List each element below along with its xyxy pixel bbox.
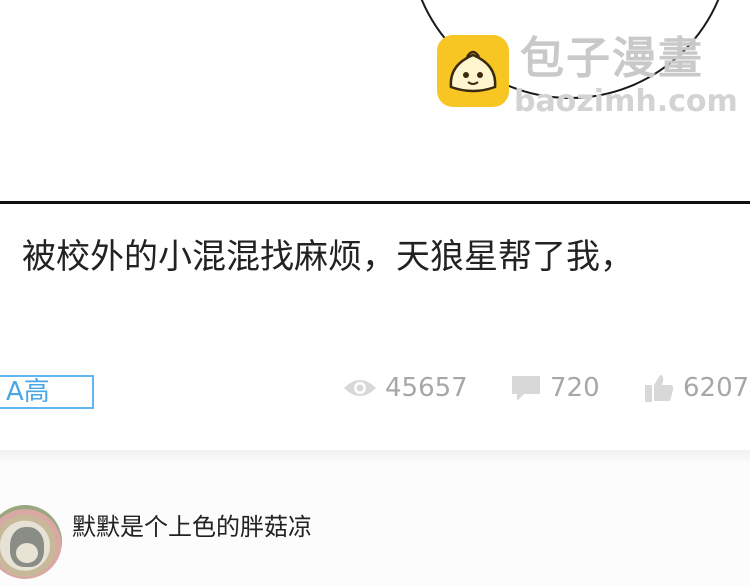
- post-caption: 被校外的小混混找麻烦，天狼星帮了我，: [22, 237, 634, 277]
- comments-stat[interactable]: 720: [510, 370, 600, 406]
- eye-icon: [344, 380, 376, 396]
- likes-stat[interactable]: 6207: [643, 370, 749, 406]
- comment-icon: [512, 376, 540, 401]
- section-divider: [0, 450, 750, 462]
- views-stat: 45657: [343, 370, 468, 406]
- thumbs-up-icon: [645, 375, 674, 402]
- bun-logo-icon: [437, 35, 509, 107]
- views-count: 45657: [385, 373, 468, 403]
- comments-count: 720: [550, 373, 600, 403]
- comment-username[interactable]: 默默是个上色的胖菇凉: [72, 512, 312, 542]
- panel-border: [0, 201, 750, 204]
- likes-count: 6207: [683, 373, 750, 403]
- watermark-site-name: 包子漫畫: [520, 33, 704, 84]
- avatar-totoro-belly: [16, 543, 38, 563]
- post-stats: 45657 720 6207: [0, 370, 750, 406]
- watermark-url: baozimh.com: [514, 84, 738, 119]
